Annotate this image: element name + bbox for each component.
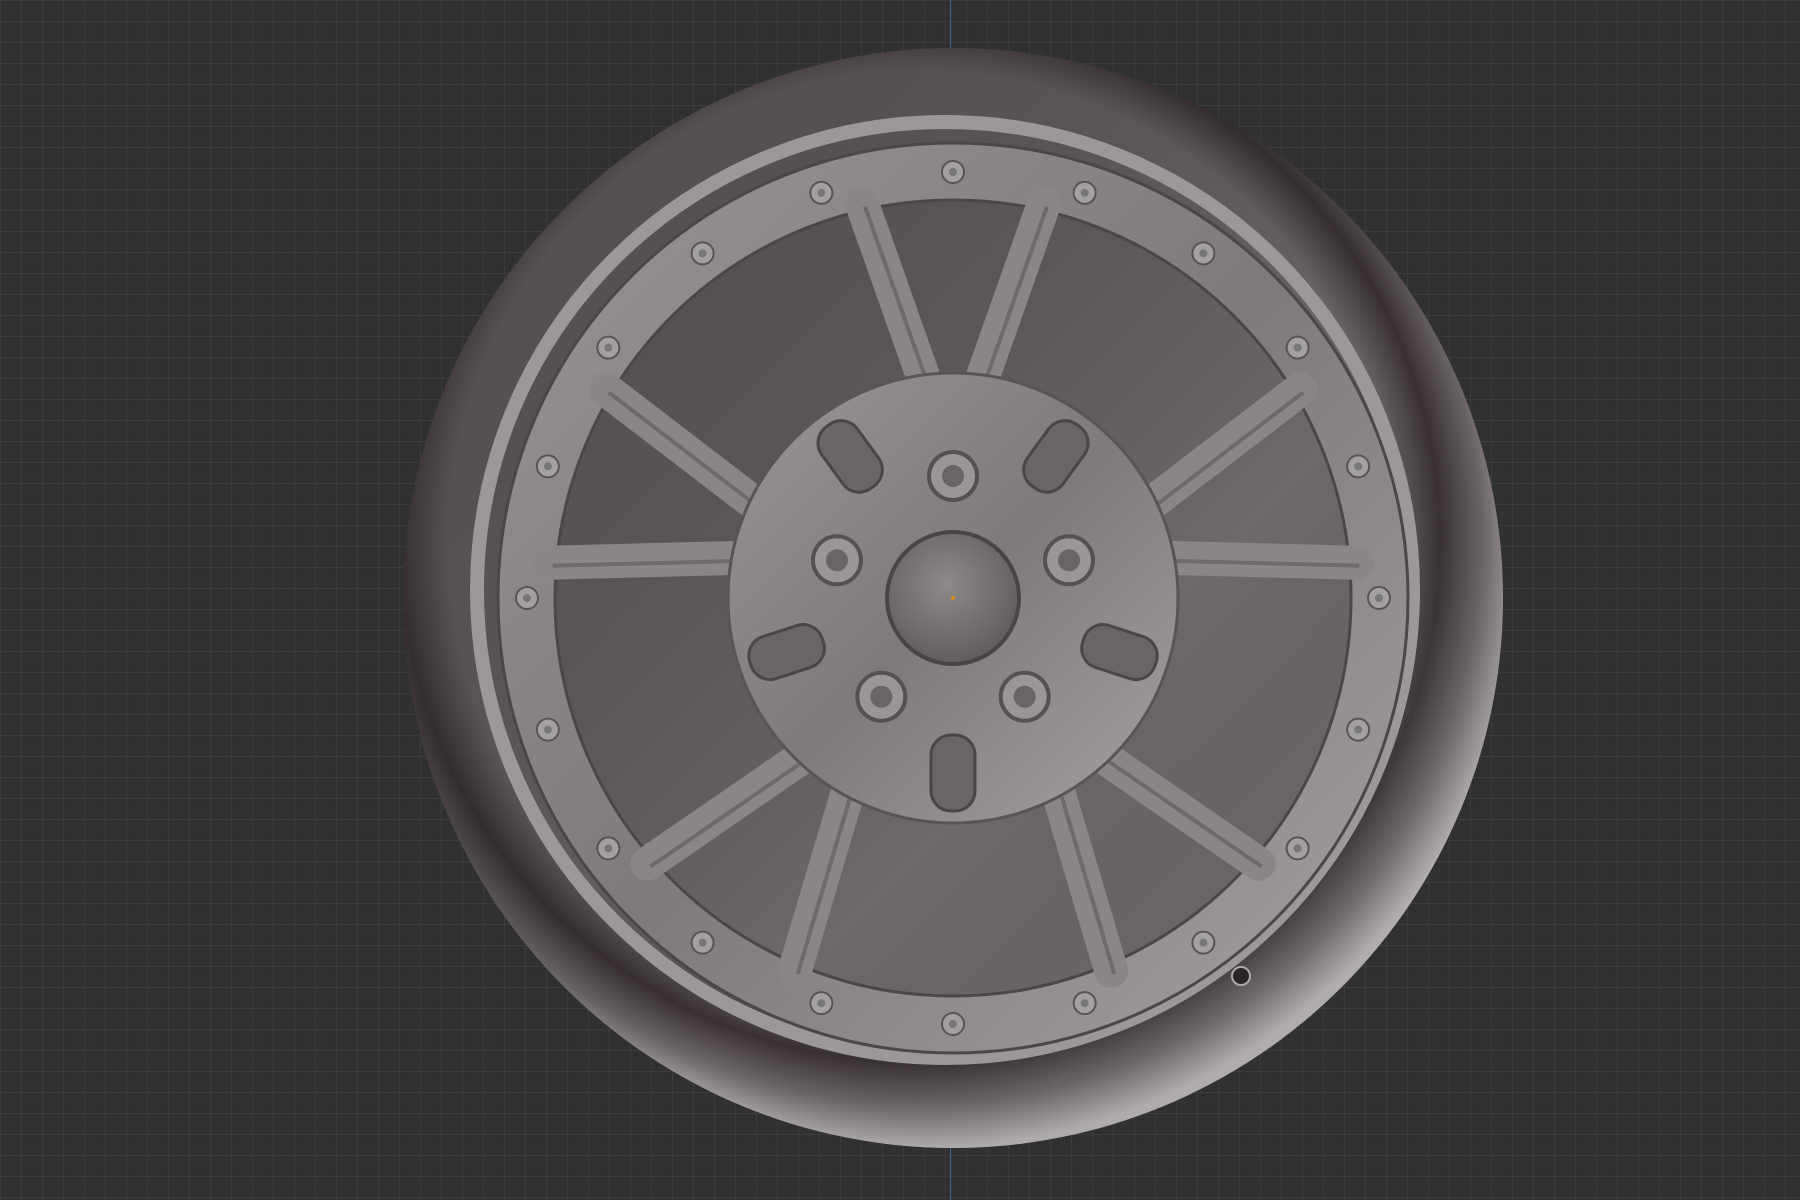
rim-bolt-head: [1294, 844, 1302, 852]
rim-bolt-head: [949, 1020, 957, 1028]
rim-bolt-head: [544, 726, 552, 734]
rim-bolt-head: [523, 594, 531, 602]
lug-hole: [870, 686, 892, 708]
rim-bolt-head: [699, 939, 707, 947]
rim-bolt-head: [604, 844, 612, 852]
rim-bolt-head: [544, 462, 552, 470]
rim-bolt-head: [1294, 344, 1302, 352]
lug-hole: [1014, 686, 1036, 708]
rim-bolt-head: [1081, 189, 1089, 197]
rim-bolt-head: [1354, 726, 1362, 734]
lug-hole: [826, 549, 848, 571]
lug-hole: [1058, 549, 1080, 571]
valve-stem-hole: [1232, 967, 1250, 985]
3d-viewport[interactable]: [0, 0, 1800, 1200]
hub-pocket: [931, 735, 975, 811]
rim-bolt-head: [1199, 939, 1207, 947]
lug-hole: [942, 465, 964, 487]
rim-bolt-head: [817, 999, 825, 1007]
rim-bolt-head: [604, 344, 612, 352]
rim-bolt-head: [1354, 462, 1362, 470]
rim-bolt-head: [1081, 999, 1089, 1007]
origin-point: [951, 596, 955, 600]
wheel-model[interactable]: [0, 0, 1800, 1200]
rim-bolt-head: [949, 168, 957, 176]
rim-bolt-head: [817, 189, 825, 197]
wheel: [403, 48, 1503, 1148]
rim-bolt-head: [699, 249, 707, 257]
rim-bolt-head: [1199, 249, 1207, 257]
rim-bolt-head: [1375, 594, 1383, 602]
